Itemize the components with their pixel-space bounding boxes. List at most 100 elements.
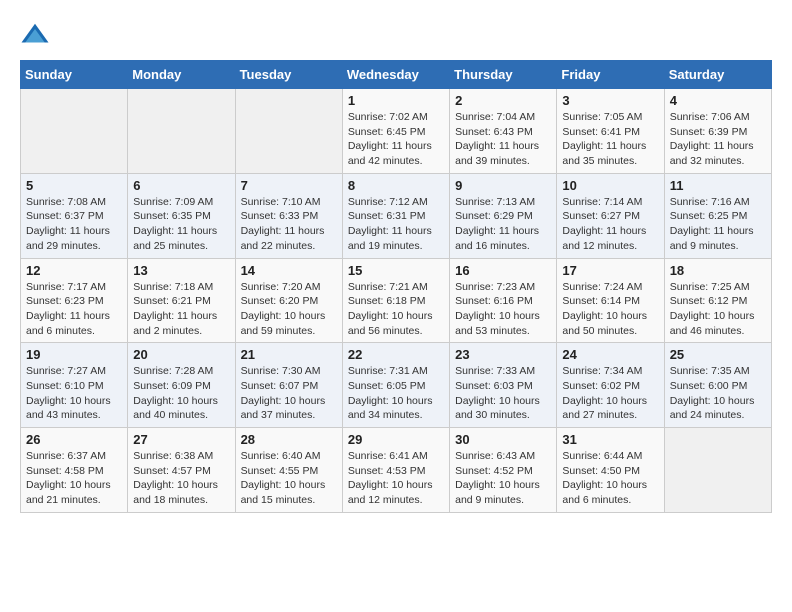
day-of-week-header: Friday [557,61,664,89]
day-number: 19 [26,347,122,362]
day-info: Sunrise: 7:14 AM Sunset: 6:27 PM Dayligh… [562,195,658,254]
calendar-day-cell: 15 Sunrise: 7:21 AM Sunset: 6:18 PM Dayli… [342,258,449,343]
day-info: Sunrise: 7:31 AM Sunset: 6:05 PM Dayligh… [348,364,444,423]
day-number: 31 [562,432,658,447]
calendar-day-cell: 6 Sunrise: 7:09 AM Sunset: 6:35 PM Daylig… [128,173,235,258]
calendar-day-cell: 31 Sunrise: 6:44 AM Sunset: 4:50 PM Dayli… [557,428,664,513]
day-info: Sunrise: 7:12 AM Sunset: 6:31 PM Dayligh… [348,195,444,254]
day-number: 25 [670,347,766,362]
day-of-week-header: Thursday [450,61,557,89]
calendar-day-cell: 21Sunrise: 7:30 AM Sunset: 6:07 PM Dayli… [235,343,342,428]
day-info: Sunrise: 7:23 AM Sunset: 6:16 PM Dayligh… [455,280,551,339]
calendar-week-row: 5Sunrise: 7:08 AM Sunset: 6:37 PM Daylig… [21,173,772,258]
day-number: 7 [241,178,337,193]
day-number: 16 [455,263,551,278]
calendar-week-row: 12 Sunrise: 7:17 AM Sunset: 6:23 PM Dayli… [21,258,772,343]
calendar-day-cell: 19Sunrise: 7:27 AM Sunset: 6:10 PM Dayli… [21,343,128,428]
day-info: Sunrise: 7:34 AM Sunset: 6:02 PM Dayligh… [562,364,658,423]
calendar-day-cell: 11Sunrise: 7:16 AM Sunset: 6:25 PM Dayli… [664,173,771,258]
day-info: Sunrise: 7:24 AM Sunset: 6:14 PM Dayligh… [562,280,658,339]
calendar-day-cell [235,89,342,174]
day-info: Sunrise: 6:43 AM Sunset: 4:52 PM Dayligh… [455,449,551,508]
day-info: Sunrise: 7:10 AM Sunset: 6:33 PM Dayligh… [241,195,337,254]
day-number: 2 [455,93,551,108]
calendar-day-cell: 9 Sunrise: 7:13 AM Sunset: 6:29 PM Daylig… [450,173,557,258]
calendar-day-cell: 16 Sunrise: 7:23 AM Sunset: 6:16 PM Dayli… [450,258,557,343]
day-of-week-header: Monday [128,61,235,89]
calendar-day-cell: 4Sunrise: 7:06 AM Sunset: 6:39 PM Daylig… [664,89,771,174]
day-number: 6 [133,178,229,193]
calendar-day-cell: 20 Sunrise: 7:28 AM Sunset: 6:09 PM Dayli… [128,343,235,428]
day-info: Sunrise: 7:28 AM Sunset: 6:09 PM Dayligh… [133,364,229,423]
day-number: 23 [455,347,551,362]
day-number: 18 [670,263,766,278]
day-info: Sunrise: 6:44 AM Sunset: 4:50 PM Dayligh… [562,449,658,508]
calendar-day-cell: 28 Sunrise: 6:40 AM Sunset: 4:55 PM Dayli… [235,428,342,513]
day-number: 4 [670,93,766,108]
calendar-week-row: 19Sunrise: 7:27 AM Sunset: 6:10 PM Dayli… [21,343,772,428]
day-number: 9 [455,178,551,193]
day-number: 17 [562,263,658,278]
day-info: Sunrise: 7:09 AM Sunset: 6:35 PM Dayligh… [133,195,229,254]
day-info: Sunrise: 7:25 AM Sunset: 6:12 PM Dayligh… [670,280,766,339]
calendar-day-cell: 24 Sunrise: 7:34 AM Sunset: 6:02 PM Dayli… [557,343,664,428]
day-number: 29 [348,432,444,447]
calendar-day-cell: 7 Sunrise: 7:10 AM Sunset: 6:33 PM Daylig… [235,173,342,258]
logo-icon [20,20,50,50]
day-number: 15 [348,263,444,278]
calendar-day-cell: 29 Sunrise: 6:41 AM Sunset: 4:53 PM Dayli… [342,428,449,513]
calendar-header-row: SundayMondayTuesdayWednesdayThursdayFrid… [21,61,772,89]
day-info: Sunrise: 6:40 AM Sunset: 4:55 PM Dayligh… [241,449,337,508]
day-number: 27 [133,432,229,447]
calendar-day-cell: 26 Sunrise: 6:37 AM Sunset: 4:58 PM Dayli… [21,428,128,513]
day-info: Sunrise: 6:38 AM Sunset: 4:57 PM Dayligh… [133,449,229,508]
day-number: 3 [562,93,658,108]
day-number: 12 [26,263,122,278]
calendar-day-cell: 30 Sunrise: 6:43 AM Sunset: 4:52 PM Dayli… [450,428,557,513]
day-info: Sunrise: 7:21 AM Sunset: 6:18 PM Dayligh… [348,280,444,339]
calendar-day-cell: 23 Sunrise: 7:33 AM Sunset: 6:03 PM Dayli… [450,343,557,428]
day-info: Sunrise: 7:35 AM Sunset: 6:00 PM Dayligh… [670,364,766,423]
calendar-day-cell [664,428,771,513]
day-info: Sunrise: 7:18 AM Sunset: 6:21 PM Dayligh… [133,280,229,339]
logo [20,20,54,50]
calendar-day-cell: 2Sunrise: 7:04 AM Sunset: 6:43 PM Daylig… [450,89,557,174]
day-info: Sunrise: 7:13 AM Sunset: 6:29 PM Dayligh… [455,195,551,254]
day-of-week-header: Wednesday [342,61,449,89]
day-info: Sunrise: 7:17 AM Sunset: 6:23 PM Dayligh… [26,280,122,339]
calendar-week-row: 1Sunrise: 7:02 AM Sunset: 6:45 PM Daylig… [21,89,772,174]
day-number: 28 [241,432,337,447]
day-number: 11 [670,178,766,193]
calendar-week-row: 26 Sunrise: 6:37 AM Sunset: 4:58 PM Dayli… [21,428,772,513]
day-of-week-header: Sunday [21,61,128,89]
day-info: Sunrise: 7:30 AM Sunset: 6:07 PM Dayligh… [241,364,337,423]
day-number: 20 [133,347,229,362]
page-header [20,20,772,50]
calendar-day-cell: 17 Sunrise: 7:24 AM Sunset: 6:14 PM Dayli… [557,258,664,343]
calendar-day-cell: 8Sunrise: 7:12 AM Sunset: 6:31 PM Daylig… [342,173,449,258]
calendar-day-cell: 22 Sunrise: 7:31 AM Sunset: 6:05 PM Dayli… [342,343,449,428]
calendar-day-cell: 18 Sunrise: 7:25 AM Sunset: 6:12 PM Dayli… [664,258,771,343]
day-info: Sunrise: 7:33 AM Sunset: 6:03 PM Dayligh… [455,364,551,423]
day-info: Sunrise: 7:02 AM Sunset: 6:45 PM Dayligh… [348,110,444,169]
calendar-day-cell: 3 Sunrise: 7:05 AM Sunset: 6:41 PM Daylig… [557,89,664,174]
calendar-day-cell: 14Sunrise: 7:20 AM Sunset: 6:20 PM Dayli… [235,258,342,343]
day-of-week-header: Saturday [664,61,771,89]
calendar-day-cell: 10Sunrise: 7:14 AM Sunset: 6:27 PM Dayli… [557,173,664,258]
day-number: 24 [562,347,658,362]
day-number: 26 [26,432,122,447]
calendar-table: SundayMondayTuesdayWednesdayThursdayFrid… [20,60,772,513]
day-info: Sunrise: 6:37 AM Sunset: 4:58 PM Dayligh… [26,449,122,508]
calendar-day-cell: 13Sunrise: 7:18 AM Sunset: 6:21 PM Dayli… [128,258,235,343]
day-info: Sunrise: 7:05 AM Sunset: 6:41 PM Dayligh… [562,110,658,169]
calendar-day-cell: 5Sunrise: 7:08 AM Sunset: 6:37 PM Daylig… [21,173,128,258]
calendar-day-cell: 27 Sunrise: 6:38 AM Sunset: 4:57 PM Dayli… [128,428,235,513]
day-number: 22 [348,347,444,362]
calendar-day-cell [128,89,235,174]
day-info: Sunrise: 7:08 AM Sunset: 6:37 PM Dayligh… [26,195,122,254]
calendar-day-cell: 12 Sunrise: 7:17 AM Sunset: 6:23 PM Dayli… [21,258,128,343]
day-number: 30 [455,432,551,447]
day-info: Sunrise: 6:41 AM Sunset: 4:53 PM Dayligh… [348,449,444,508]
day-number: 14 [241,263,337,278]
calendar-day-cell: 25 Sunrise: 7:35 AM Sunset: 6:00 PM Dayli… [664,343,771,428]
